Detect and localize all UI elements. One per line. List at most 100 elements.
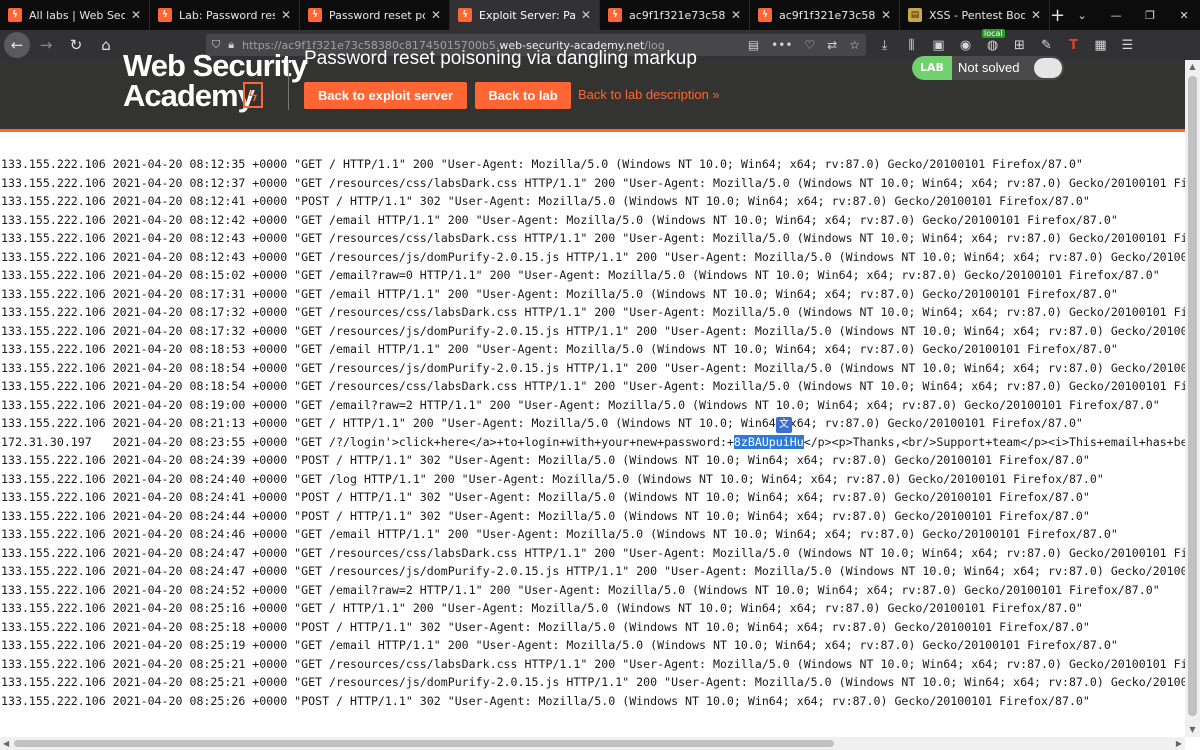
account-icon[interactable]: ◉ (957, 38, 974, 53)
tab-strip: All labs | Web Security✕Lab: Password re… (0, 0, 1200, 30)
lab-header: Web Security Academy ϟ Password reset po… (0, 48, 1185, 132)
log-line: 133.155.222.106 2021-04-20 08:12:41 +000… (1, 194, 1090, 208)
tab-close-button[interactable]: ✕ (729, 8, 743, 22)
tab-title: Exploit Server: Passwo (479, 8, 575, 22)
extension-icon[interactable]: ◍ local (982, 28, 1005, 53)
back-button[interactable]: ← (4, 32, 30, 58)
log-line: 133.155.222.106 2021-04-20 08:25:21 +000… (1, 675, 1185, 689)
log-line: 133.155.222.106 2021-04-20 08:24:52 +000… (1, 582, 1160, 597)
vertical-scroll-thumb[interactable] (1188, 76, 1197, 716)
log-line: 133.155.222.106 2021-04-20 08:24:44 +000… (1, 508, 1090, 523)
more-icon[interactable]: ••• (771, 38, 792, 52)
download-icon[interactable]: ⤓ (876, 38, 893, 53)
scroll-right-arrow[interactable]: ▶ (1176, 737, 1182, 750)
academy-favicon-icon (8, 8, 22, 22)
log-line: 133.155.222.106 2021-04-20 08:12:35 +000… (1, 157, 1083, 171)
log-line: 133.155.222.106 2021-04-20 08:25:16 +000… (1, 601, 1083, 615)
academy-favicon-icon (758, 8, 772, 22)
url-actions: ▤ ••• ♡ ⇄ ☆ (748, 38, 860, 52)
log-line: 133.155.222.106 2021-04-20 08:25:18 +000… (1, 619, 1090, 634)
close-window-button[interactable]: ✕ (1167, 0, 1200, 30)
scroll-left-arrow[interactable]: ◀ (3, 737, 9, 750)
tab-title: Password reset poison (329, 8, 425, 22)
sidebar-icon[interactable]: ▣ (930, 38, 947, 53)
window-controls: ⌄ — ❐ ✕ (1065, 0, 1200, 30)
tab-close-button[interactable]: ✕ (279, 8, 293, 22)
back-to-lab-description-link[interactable]: Back to lab description » (578, 87, 720, 102)
academy-favicon-icon (458, 8, 472, 22)
log-line: 133.155.222.106 2021-04-20 08:18:54 +000… (1, 379, 1185, 393)
log-line: 133.155.222.106 2021-04-20 08:24:46 +000… (1, 527, 1118, 541)
translate-icon[interactable]: ⇄ (827, 38, 837, 52)
log-line: 133.155.222.106 2021-04-20 08:24:47 +000… (1, 564, 1185, 578)
menu-icon[interactable]: ☰ (1119, 38, 1136, 53)
log-line-after: </p><p>Thanks,<br/>Support+team</p><i>Th… (803, 434, 1185, 449)
log-line: 133.155.222.106 2021-04-20 08:17:31 +000… (1, 286, 1118, 301)
tab-close-button[interactable]: ✕ (1029, 8, 1043, 22)
tab-close-button[interactable]: ✕ (429, 8, 443, 22)
lab-status-widget: LAB Not solved (912, 56, 1064, 80)
tab-2[interactable]: Lab: Password reset po ✕ (150, 0, 300, 30)
translate-ext-icon[interactable]: ⊞ (1011, 38, 1028, 53)
bookmark-star-icon[interactable]: ☆ (849, 38, 860, 52)
log-line: 133.155.222.106 2021-04-20 08:12:43 +000… (1, 249, 1185, 264)
book-favicon-icon (908, 8, 922, 22)
tab-title: All labs | Web Security (29, 8, 125, 22)
logo-divider (288, 60, 289, 110)
reload-button[interactable]: ↻ (62, 31, 90, 59)
tab-title: ac9f1f321e73c58380cf (779, 8, 875, 22)
tab-3[interactable]: Password reset poison ✕ (300, 0, 450, 30)
horizontal-scroll-thumb[interactable] (14, 740, 834, 747)
log-line: 133.155.222.106 2021-04-20 08:25:26 +000… (1, 693, 1090, 708)
log-line: 133.155.222.106 2021-04-20 08:24:39 +000… (1, 453, 1090, 467)
log-line: 133.155.222.106 2021-04-20 08:19:00 +000… (1, 397, 1160, 412)
tab-list: All labs | Web Security✕Lab: Password re… (0, 0, 1050, 30)
extension-badge: local (982, 28, 1005, 38)
tab-close-button[interactable]: ✕ (579, 8, 593, 22)
home-button[interactable]: ⌂ (92, 31, 120, 59)
scroll-up-arrow[interactable]: ▲ (1185, 60, 1200, 74)
tab-5[interactable]: ac9f1f321e73c58380cf ✕ (600, 0, 750, 30)
log-line: 133.155.222.106 2021-04-20 08:18:54 +000… (1, 360, 1185, 375)
log-line: 133.155.222.106 2021-04-20 08:15:02 +000… (1, 268, 1160, 282)
log-line: 133.155.222.106 2021-04-20 08:25:21 +000… (1, 656, 1185, 671)
toolbar-icons: ⤓ ⫼ ▣ ◉ ◍ local ⊞ ✎ T ▦ ☰ (876, 28, 1136, 53)
tab-close-button[interactable]: ✕ (129, 8, 143, 22)
log-line: 133.155.222.106 2021-04-20 08:24:47 +000… (1, 545, 1185, 560)
back-to-exploit-server-button[interactable]: Back to exploit server (304, 82, 467, 109)
tab-title: ac9f1f321e73c58380cf (629, 8, 725, 22)
log-line: 133.155.222.106 2021-04-20 08:12:37 +000… (1, 175, 1185, 190)
tab-7[interactable]: XSS - Pentest Book ✕ (900, 0, 1050, 30)
access-log: 133.155.222.106 2021-04-20 08:12:35 +000… (1, 155, 1185, 737)
tab-4[interactable]: Exploit Server: Passwo ✕ (450, 0, 600, 30)
lab-title: Password reset poisoning via dangling ma… (304, 48, 697, 69)
maximize-button[interactable]: ❐ (1133, 0, 1167, 30)
chevron-down-icon[interactable]: ⌄ (1065, 0, 1099, 30)
tab-1[interactable]: All labs | Web Security ✕ (0, 0, 150, 30)
hackbar-icon[interactable]: ✎ (1038, 38, 1055, 53)
tab-title: Lab: Password reset po (179, 8, 275, 22)
horizontal-scrollbar[interactable]: ◀ ▶ (0, 737, 1185, 750)
pocket-icon[interactable]: ♡ (804, 38, 815, 52)
logo-line2: Academy (123, 78, 255, 113)
minimize-button[interactable]: — (1099, 0, 1133, 30)
log-line: 133.155.222.106 2021-04-20 08:12:43 +000… (1, 231, 1185, 245)
log-line: 133.155.222.106 2021-04-20 08:17:32 +000… (1, 305, 1185, 319)
vertical-scrollbar[interactable]: ▲ ▼ (1185, 60, 1200, 737)
selected-password-text[interactable]: 8zBAUpuiHu (733, 434, 804, 449)
apps-grid-icon[interactable]: ▦ (1092, 38, 1109, 53)
text-ext-icon[interactable]: T (1065, 38, 1082, 53)
new-tab-button[interactable]: + (1050, 0, 1065, 30)
back-to-lab-button[interactable]: Back to lab (475, 82, 571, 109)
log-line: 133.155.222.106 2021-04-20 08:12:42 +000… (1, 212, 1118, 227)
academy-favicon-icon (308, 8, 322, 22)
library-icon[interactable]: ⫼ (903, 38, 920, 53)
translate-popup-icon[interactable]: 文 (776, 417, 792, 433)
reader-view-icon[interactable]: ▤ (748, 38, 759, 52)
tab-title: XSS - Pentest Book (929, 8, 1025, 22)
scroll-down-arrow[interactable]: ▼ (1185, 723, 1200, 737)
forward-button[interactable]: → (32, 31, 60, 59)
log-line: 133.155.222.106 2021-04-20 08:25:19 +000… (1, 638, 1118, 652)
tab-close-button[interactable]: ✕ (879, 8, 893, 22)
tab-6[interactable]: ac9f1f321e73c58380cf ✕ (750, 0, 900, 30)
